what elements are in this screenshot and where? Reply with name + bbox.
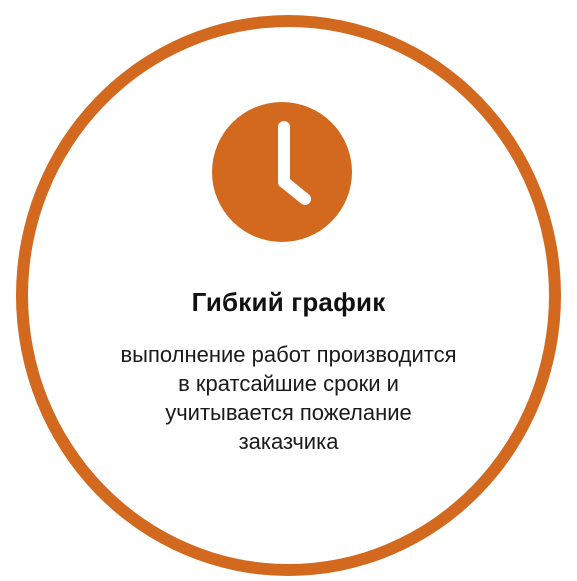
description-line: учитывается пожелание [165, 400, 412, 425]
feature-title: Гибкий график [191, 287, 386, 317]
description-line: в кратсайшие сроки и [178, 371, 399, 396]
description-line: заказчика [238, 429, 339, 454]
feature-description: выполнение работ производится в кратсайш… [0, 340, 577, 456]
clock-icon [212, 102, 352, 242]
description-line: выполнение работ производится [120, 342, 457, 367]
clock-hands [278, 121, 311, 205]
